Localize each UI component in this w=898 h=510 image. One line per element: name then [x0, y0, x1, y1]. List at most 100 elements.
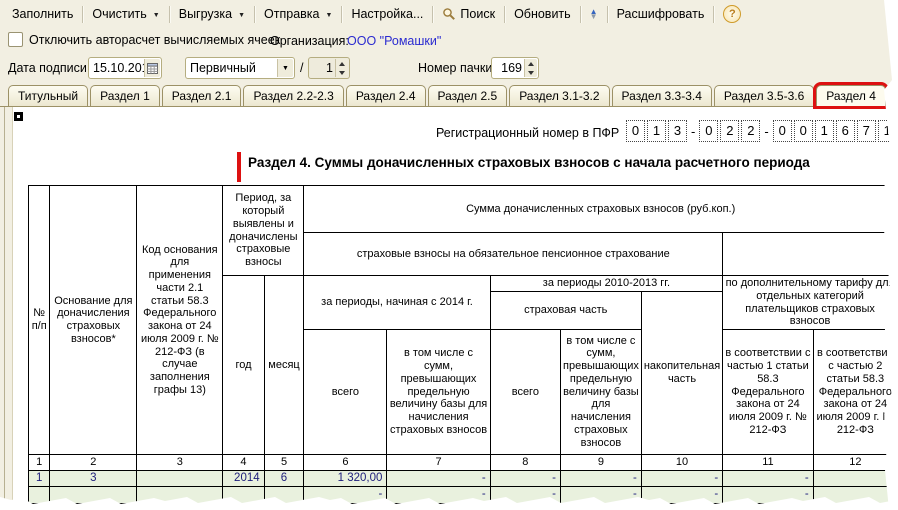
reg-digit[interactable]: 1	[647, 120, 666, 142]
col-header-add-tariff-upper	[722, 232, 898, 276]
cell[interactable]: -	[489, 469, 562, 488]
col-header-from2014: за периоды, начиная с 2014 г.	[303, 275, 491, 330]
stepper-arrows[interactable]	[524, 59, 537, 77]
tab-razdel-4-active[interactable]: Раздел 4	[816, 85, 886, 106]
toolbar-separator	[168, 5, 170, 23]
cell[interactable]: -	[560, 469, 642, 488]
reg-digit[interactable]: 0	[772, 120, 792, 142]
calendar-button[interactable]	[144, 59, 160, 77]
toolbar-separator	[504, 5, 506, 23]
tab-razdel-3-3-3-4[interactable]: Раздел 3.3-3.4	[611, 85, 712, 106]
chevron-down-icon: ▼	[152, 11, 160, 19]
doc-type-select[interactable]: Первичный ▼	[185, 57, 295, 79]
toolbar-separator	[341, 5, 343, 23]
col-header-insurance-part: страховая часть	[489, 290, 642, 331]
refresh-button[interactable]: Обновить	[508, 4, 577, 24]
pack-number-label: Номер пачки:	[418, 61, 496, 75]
cell[interactable]: -	[640, 469, 724, 488]
col-header-over-limit1: в том числе с сумм, превышающих предельн…	[386, 329, 491, 455]
tab-razdel-1[interactable]: Раздел 1	[90, 85, 160, 106]
tab-titulnyj[interactable]: Титульный	[8, 85, 89, 106]
reg-digit[interactable]: 0	[699, 120, 719, 142]
toolbar-separator	[254, 5, 256, 23]
clear-button[interactable]: Очистить ▼	[86, 4, 165, 24]
cell[interactable]	[27, 486, 51, 504]
reg-separator: -	[764, 123, 769, 139]
sign-date-field[interactable]: 15.10.2014	[88, 57, 162, 79]
toolbar-separator	[82, 5, 84, 23]
reg-digit[interactable]: 2	[741, 120, 761, 142]
tab-razdel-2-1[interactable]: Раздел 2.1	[161, 85, 242, 106]
col-header-month: месяц	[263, 275, 305, 455]
tab-razdel-2-4[interactable]: Раздел 2.4	[345, 85, 426, 106]
col-header-part1-583: в соответствии с частью 1 статьи 58.3 Фе…	[722, 329, 814, 455]
reg-digit[interactable]: 2	[720, 120, 740, 142]
table-row: 1 3 2014 6 1 320,00 - - - - - -	[27, 469, 898, 488]
col-header-pension-group: страховые взносы на обязательное пенсион…	[303, 232, 724, 276]
toolbar-separator	[606, 5, 608, 23]
reg-digit[interactable]: 1	[814, 120, 834, 142]
reg-digit[interactable]: 7	[856, 120, 876, 142]
upload-button[interactable]: Выгрузка ▼	[173, 4, 251, 24]
toolbar-separator	[713, 5, 715, 23]
slash-label: /	[300, 61, 304, 75]
autocalc-checkbox[interactable]	[8, 32, 23, 47]
column-number-row: 12 34 56 78 9 10 11 12	[27, 454, 898, 471]
reg-digit[interactable]: 3	[668, 120, 687, 142]
cell[interactable]	[136, 469, 224, 488]
cell[interactable]: 3	[49, 469, 138, 488]
section-title: Раздел 4. Суммы доначисленных страховых …	[248, 155, 810, 170]
reg-separator: -	[691, 123, 696, 139]
search-icon	[443, 8, 456, 20]
sort-arrows-icon: ▲ ▼	[589, 7, 598, 21]
organization-label: Организация:	[270, 34, 349, 48]
col-header-funded-part: накопительная часть	[640, 290, 724, 456]
settings-button[interactable]: Настройка...	[345, 4, 429, 24]
chevron-down-icon: ▼	[325, 11, 333, 19]
cell[interactable]: -	[812, 469, 898, 488]
reg-digit[interactable]: 0	[793, 120, 813, 142]
toolbar-separator	[432, 5, 434, 23]
section-marker-icon	[14, 112, 23, 121]
document-left-margin	[0, 107, 13, 510]
stepper-arrows[interactable]	[335, 59, 348, 77]
send-button[interactable]: Отправка ▼	[258, 4, 338, 24]
col-header-total2: всего	[489, 329, 562, 455]
help-button[interactable]: ?	[717, 2, 747, 26]
col-header-basis: Основание для доначисления страховых взн…	[49, 185, 138, 455]
help-icon: ?	[723, 5, 742, 23]
col-header-add-tariff-group: по дополнительному тарифу для отдельных …	[722, 275, 898, 330]
chevron-down-icon: ▼	[238, 11, 246, 19]
fill-button[interactable]: Заполнить	[6, 4, 79, 24]
tab-razdel-2-5[interactable]: Раздел 2.5	[427, 85, 508, 106]
cell[interactable]: 2014	[222, 469, 265, 488]
col-header-period-group: Период, за который выявлены и доначислен…	[222, 185, 305, 276]
cell[interactable]: -	[722, 469, 814, 488]
col-header-part2-583: в соответствии с частью 2 статьи 58.3 Фе…	[812, 329, 898, 455]
decrypt-button[interactable]: Расшифровать	[611, 4, 711, 24]
cell[interactable]: 1	[27, 469, 51, 488]
search-button[interactable]: Поиск	[436, 4, 501, 24]
cell[interactable]: 1 320,00	[303, 469, 388, 488]
organization-value[interactable]: ООО "Ромашки"	[347, 34, 441, 48]
chevron-down-icon[interactable]: ▼	[277, 59, 293, 77]
app-window: Заполнить Очистить ▼ Выгрузка ▼ Отправка ▼ …	[0, 0, 898, 510]
reorder-sections-button[interactable]: ▲ ▼	[584, 6, 604, 22]
reg-digit[interactable]: 6	[835, 120, 855, 142]
col-header-over-limit2: в том числе с сумм, превышающих предельн…	[560, 329, 642, 455]
tab-razdel-3-5-3-6[interactable]: Раздел 3.5-3.6	[713, 85, 815, 106]
correction-number-stepper[interactable]: 1	[308, 57, 350, 79]
cell[interactable]: 6	[263, 469, 305, 488]
reg-digit[interactable]: 0	[626, 120, 645, 142]
col-header-sum-group: Сумма доначисленных страховых взносов (р…	[303, 185, 898, 233]
section4-table: № п/п Основание для доначисления страхов…	[27, 185, 898, 510]
pack-number-stepper[interactable]: 169	[491, 57, 539, 79]
section-tabs: Титульный Раздел 1 Раздел 2.1 Раздел 2.2…	[0, 84, 898, 107]
options-row: Отключить авторасчет вычисляемых ячеек О…	[0, 32, 898, 52]
tab-razdel-3-1-3-2[interactable]: Раздел 3.1-3.2	[509, 85, 610, 106]
pfr-reg-number-label: Регистрационный номер в ПФР	[436, 126, 620, 140]
cell[interactable]: -	[386, 469, 491, 488]
tab-razdel-2-2-2-3[interactable]: Раздел 2.2-2.3	[243, 85, 344, 106]
toolbar: Заполнить Очистить ▼ Выгрузка ▼ Отправка ▼ …	[0, 0, 898, 28]
calendar-icon	[147, 62, 158, 74]
